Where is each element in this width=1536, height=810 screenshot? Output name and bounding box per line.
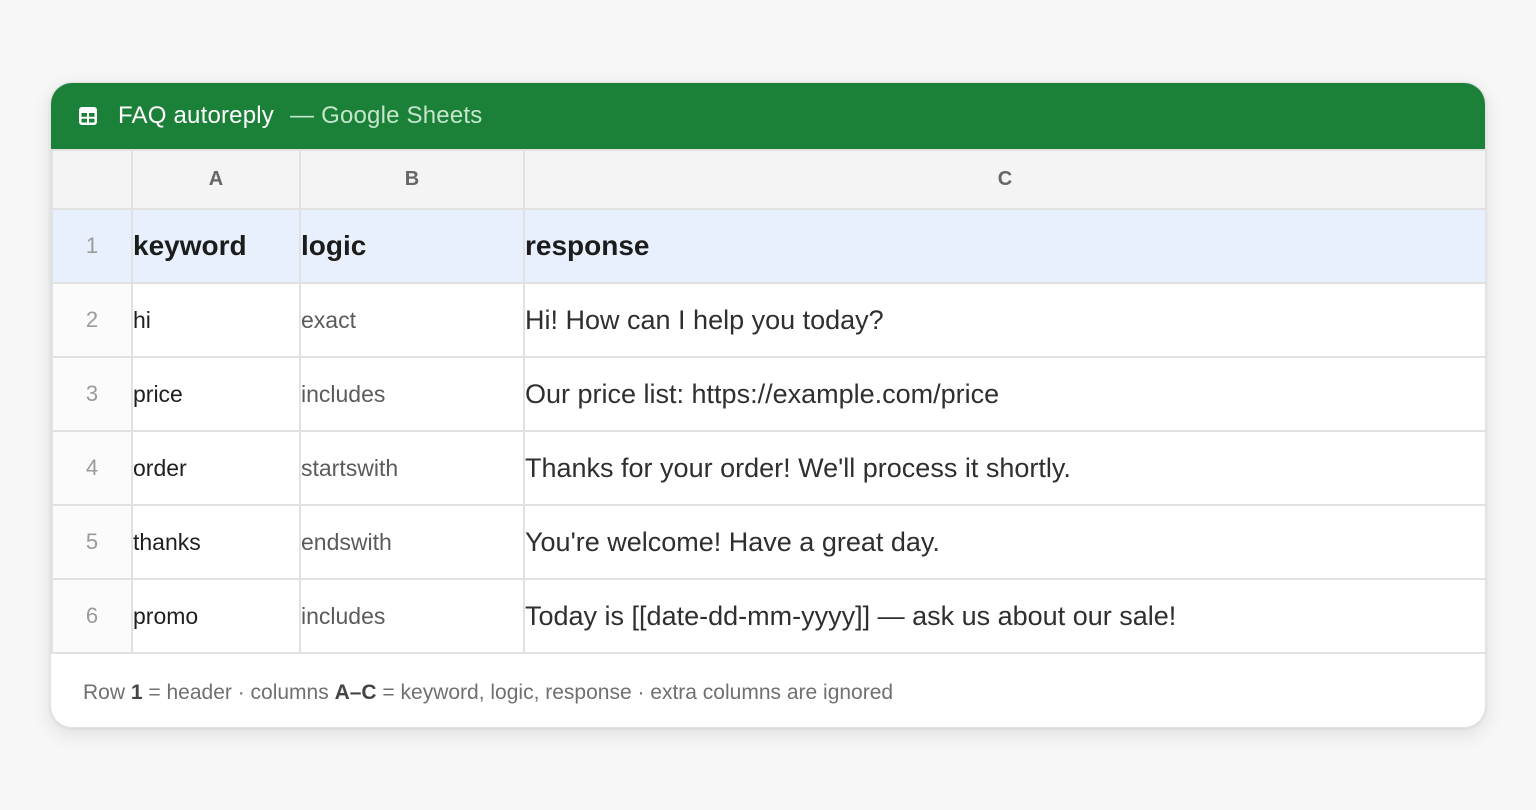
cell-keyword[interactable]: promo [131,578,301,654]
sheets-grid-icon [78,106,98,126]
cell-logic[interactable]: exact [299,282,525,358]
cell-response[interactable]: Hi! How can I help you today? [523,282,1485,358]
footer-text: Row [83,681,131,704]
table-row: 6 promo includes Today is [[date-dd-mm-y… [51,578,1485,654]
row-number[interactable]: 4 [51,430,133,506]
row-number[interactable]: 5 [51,504,133,580]
cell-keyword[interactable]: order [131,430,301,506]
cell-response[interactable]: response [523,208,1485,284]
footer-text: = keyword, logic, response · extra colum… [376,681,894,704]
row-number[interactable]: 1 [51,208,133,284]
spreadsheet-grid: A B C 1 keyword logic response 2 hi exac… [51,149,1485,654]
cell-keyword[interactable]: price [131,356,301,432]
cell-logic[interactable]: logic [299,208,525,284]
footer-text: = header · columns [142,681,335,704]
cell-logic[interactable]: endswith [299,504,525,580]
table-row: 1 keyword logic response [51,208,1485,284]
window-title: FAQ autoreply [118,102,275,129]
footer-note: Row 1 = header · columns A–C = keyword, … [51,654,1485,727]
column-header-b[interactable]: B [299,149,525,210]
sheet-window: FAQ autoreply — Google Sheets A B C 1 ke… [50,82,1486,728]
row-number[interactable]: 6 [51,578,133,654]
table-row: 3 price includes Our price list: https:/… [51,356,1485,432]
corner-cell[interactable] [51,149,133,210]
cell-logic[interactable]: includes [299,578,525,654]
row-number[interactable]: 2 [51,282,133,358]
title-bar: FAQ autoreply — Google Sheets [51,83,1485,149]
cell-keyword[interactable]: keyword [131,208,301,284]
cell-logic[interactable]: includes [299,356,525,432]
column-header-row: A B C [51,149,1485,210]
cell-keyword[interactable]: hi [131,282,301,358]
table-row: 2 hi exact Hi! How can I help you today? [51,282,1485,358]
window-subtitle: — Google Sheets [290,102,483,129]
cell-logic[interactable]: startswith [299,430,525,506]
column-header-a[interactable]: A [131,149,301,210]
table-row: 5 thanks endswith You're welcome! Have a… [51,504,1485,580]
cell-response[interactable]: Thanks for your order! We'll process it … [523,430,1485,506]
table-row: 4 order startswith Thanks for your order… [51,430,1485,506]
cell-response[interactable]: Our price list: https://example.com/pric… [523,356,1485,432]
cell-response[interactable]: Today is [[date-dd-mm-yyyy]] — ask us ab… [523,578,1485,654]
footer-emphasis: A–C [334,681,377,704]
column-header-c[interactable]: C [523,149,1485,210]
row-number[interactable]: 3 [51,356,133,432]
footer-emphasis: 1 [130,681,143,704]
cell-keyword[interactable]: thanks [131,504,301,580]
cell-response[interactable]: You're welcome! Have a great day. [523,504,1485,580]
